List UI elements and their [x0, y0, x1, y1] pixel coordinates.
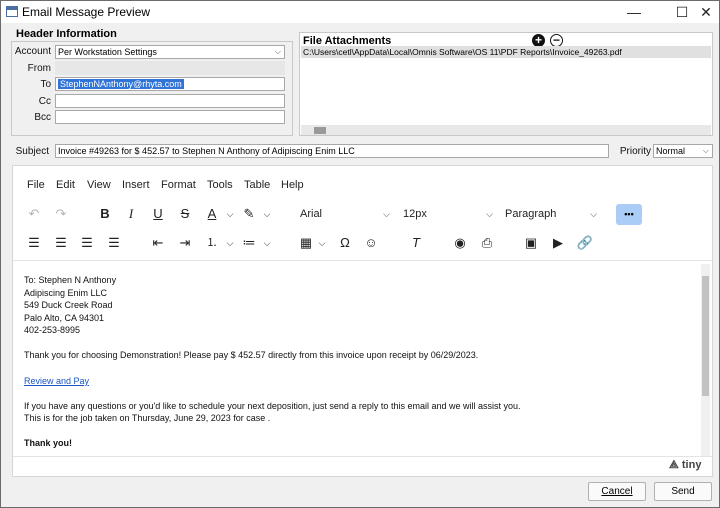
- menu-tools[interactable]: Tools: [207, 179, 233, 191]
- from-label: From: [27, 63, 51, 74]
- chevron-down-icon: ⌵: [383, 209, 390, 219]
- redo-icon[interactable]: ↷: [51, 204, 71, 224]
- font-family-value: Arial: [300, 208, 323, 220]
- address-line: To: Stephen N Anthony: [24, 275, 117, 285]
- email-body[interactable]: To: Stephen N Anthony Adipiscing Enim LL…: [24, 274, 684, 449]
- window-title: Email Message Preview: [22, 5, 151, 19]
- editor-vscrollbar[interactable]: [701, 264, 710, 456]
- job-paragraph: This is for the job taken on Thursday, J…: [24, 413, 271, 423]
- align-left-icon[interactable]: ☰: [24, 233, 44, 253]
- menu-edit[interactable]: Edit: [56, 179, 75, 191]
- chevron-down-icon[interactable]: ⌵: [312, 233, 332, 253]
- address-line: Adipiscing Enim LLC: [24, 287, 108, 298]
- title-bar: Email Message Preview — ☐ ✕: [1, 1, 719, 23]
- special-character-icon[interactable]: Ω: [335, 233, 355, 253]
- block-format-select[interactable]: Paragraph ⌵: [505, 203, 597, 225]
- image-icon[interactable]: ▣: [521, 233, 541, 253]
- tiny-brand-text: tiny: [681, 459, 702, 471]
- hscroll-thumb[interactable]: [314, 127, 326, 134]
- chevron-down-icon: ⌵: [590, 209, 597, 219]
- close-button[interactable]: ✕: [689, 1, 720, 23]
- tiny-brand: ⟁ tiny: [669, 459, 701, 472]
- chevron-down-icon[interactable]: ⌵: [220, 204, 240, 224]
- clear-formatting-icon[interactable]: T: [406, 233, 426, 253]
- send-button[interactable]: Send: [654, 482, 712, 501]
- address-line: 402-253-8995: [24, 325, 81, 335]
- address-line: Palo Alto, CA 94301: [24, 312, 105, 323]
- attachments-hscrollbar[interactable]: [301, 125, 711, 135]
- from-field: [55, 61, 285, 75]
- strikethrough-icon[interactable]: S: [175, 204, 195, 224]
- highlight-color-icon[interactable]: ✎: [239, 204, 259, 224]
- more-tools-button[interactable]: •••: [616, 204, 642, 225]
- bullet-list-icon[interactable]: ≔: [239, 233, 259, 253]
- window-icon: [6, 6, 18, 17]
- link-icon[interactable]: 🔗: [575, 233, 595, 253]
- priority-label: Priority: [619, 146, 651, 157]
- attachment-item[interactable]: C:\Users\cetl\AppData\Local\Omnis Softwa…: [301, 46, 711, 58]
- rich-text-editor: File Edit View Insert Format Tools Table…: [12, 165, 713, 477]
- priority-select[interactable]: Normal ⌵: [653, 144, 713, 158]
- menu-help[interactable]: Help: [281, 179, 304, 191]
- attachments-group: File Attachments + − C:\Users\cetl\AppDa…: [299, 32, 713, 136]
- block-format-value: Paragraph: [505, 208, 557, 220]
- chevron-down-icon: ⌵: [274, 47, 281, 56]
- subject-field[interactable]: Invoice #49263 for $ 452.57 to Stephen N…: [55, 144, 609, 158]
- media-icon[interactable]: ▶: [548, 233, 568, 253]
- italic-icon[interactable]: I: [121, 204, 141, 224]
- font-family-select[interactable]: Arial ⌵: [300, 203, 390, 225]
- to-value: StephenNAnthony@rhyta.com: [58, 79, 184, 89]
- toolbar-divider: [13, 260, 712, 261]
- menu-file[interactable]: File: [27, 179, 45, 191]
- text-color-icon[interactable]: A: [202, 204, 222, 224]
- address-line: 549 Duck Creek Road: [24, 300, 113, 310]
- menu-format[interactable]: Format: [161, 179, 196, 191]
- chevron-down-icon[interactable]: ⌵: [220, 233, 240, 253]
- to-label: To: [40, 79, 51, 90]
- cancel-button[interactable]: Cancel: [588, 482, 646, 501]
- tiny-logo-icon: ⟁: [669, 459, 682, 471]
- font-size-select[interactable]: 12px ⌵: [403, 203, 493, 225]
- undo-icon[interactable]: ↶: [24, 204, 44, 224]
- align-center-icon[interactable]: ☰: [51, 233, 71, 253]
- account-select[interactable]: Per Workstation Settings ⌵: [55, 45, 285, 59]
- emoji-icon[interactable]: ☺: [361, 233, 381, 253]
- bcc-field[interactable]: [55, 110, 285, 124]
- subject-label: Subject: [15, 146, 49, 157]
- questions-paragraph: If you have any questions or you'd like …: [24, 400, 521, 411]
- chevron-down-icon[interactable]: ⌵: [257, 204, 277, 224]
- chevron-down-icon: ⌵: [702, 146, 709, 155]
- indent-icon[interactable]: ⇥: [175, 233, 195, 253]
- bold-icon[interactable]: B: [95, 204, 115, 224]
- thank-you-paragraph: Thank you for choosing Demonstration! Pl…: [24, 349, 479, 360]
- minimize-button[interactable]: —: [617, 1, 651, 23]
- underline-icon[interactable]: U: [148, 204, 168, 224]
- chevron-down-icon[interactable]: ⌵: [257, 233, 277, 253]
- menu-insert[interactable]: Insert: [122, 179, 150, 191]
- vscroll-thumb[interactable]: [702, 276, 709, 396]
- statusbar-divider: [13, 456, 712, 457]
- menu-view[interactable]: View: [87, 179, 111, 191]
- email-preview-window: Email Message Preview — ☐ ✕ Header Infor…: [0, 0, 720, 508]
- preview-eye-icon[interactable]: ◉: [450, 233, 470, 253]
- header-info-title: Header Information: [16, 28, 117, 40]
- print-icon[interactable]: ⎙: [477, 233, 497, 253]
- account-label: Account: [14, 46, 51, 57]
- cc-field[interactable]: [55, 94, 285, 108]
- menu-table[interactable]: Table: [244, 179, 270, 191]
- numbered-list-icon[interactable]: ⒈: [202, 233, 222, 253]
- outdent-icon[interactable]: ⇤: [148, 233, 168, 253]
- account-value: Per Workstation Settings: [58, 47, 157, 57]
- review-and-pay-link[interactable]: Review and Pay: [24, 376, 89, 386]
- bcc-label: Bcc: [34, 112, 51, 123]
- cc-label: Cc: [38, 96, 51, 107]
- font-size-value: 12px: [403, 208, 427, 220]
- chevron-down-icon: ⌵: [486, 209, 493, 219]
- closing-text: Thank you!: [24, 437, 73, 448]
- align-justify-icon[interactable]: ☰: [104, 233, 124, 253]
- to-field[interactable]: StephenNAnthony@rhyta.com: [55, 77, 285, 91]
- align-right-icon[interactable]: ☰: [77, 233, 97, 253]
- priority-value: Normal: [656, 146, 686, 156]
